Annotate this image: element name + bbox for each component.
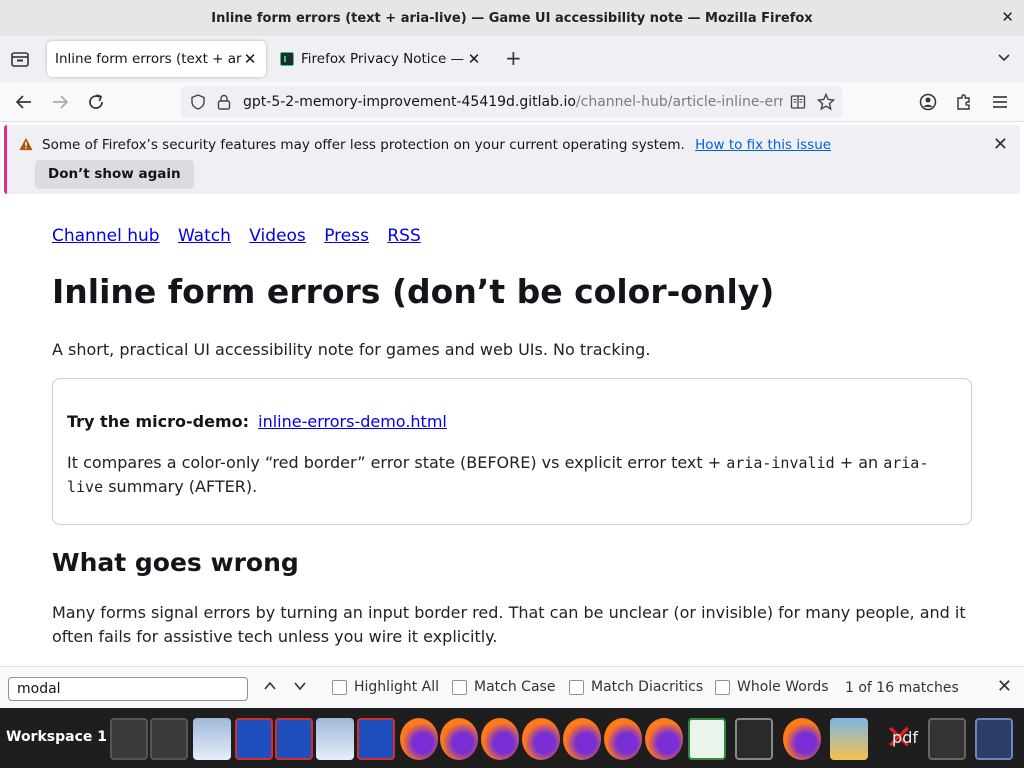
notification-message-row: Some of Firefox’s security features may … <box>42 137 831 153</box>
firefox-icon[interactable] <box>400 718 438 760</box>
shield-icon[interactable] <box>190 94 206 110</box>
find-match-count: 1 of 16 matches <box>845 680 959 696</box>
section-heading: What goes wrong <box>52 548 299 577</box>
checkbox-box[interactable] <box>569 679 584 695</box>
navigation-toolbar: gpt-5-2-memory-improvement-45419d.gitlab… <box>0 82 1024 122</box>
list-all-tabs-chevron-icon[interactable] <box>998 52 1010 64</box>
window-close-icon[interactable]: ✕ <box>1001 8 1014 26</box>
desc-part: summary (AFTER). <box>103 477 258 496</box>
reload-icon[interactable] <box>86 92 106 112</box>
tab-close-icon[interactable]: ✕ <box>242 50 258 68</box>
hamburger-menu-icon[interactable] <box>990 92 1010 112</box>
desc-part: + an <box>834 453 884 472</box>
forward-arrow-icon[interactable] <box>50 92 70 112</box>
find-bar: Highlight All Match Case Match Diacritic… <box>0 666 1024 708</box>
code-aria-invalid: aria-invalid <box>726 454 835 472</box>
editor-pen-icon[interactable] <box>928 718 966 760</box>
tab-close-icon[interactable]: ✕ <box>466 50 482 68</box>
site-nav: Channel hub Watch Videos Press RSS <box>52 226 434 246</box>
window-icon[interactable] <box>316 718 354 760</box>
page-title: Inline form errors (don’t be color-only) <box>52 272 775 311</box>
nav-link-press[interactable]: Press <box>324 226 369 246</box>
spreadsheet-icon[interactable] <box>688 718 726 760</box>
how-to-fix-link[interactable]: How to fix this issue <box>695 137 831 153</box>
section-paragraph: Many forms signal errors by turning an i… <box>52 603 966 646</box>
firefox-icon[interactable] <box>563 718 601 760</box>
nav-link-watch[interactable]: Watch <box>178 226 231 246</box>
tab-label: Inline form errors (text + aria-live) — … <box>55 51 242 67</box>
demo-card: Try the micro-demo: inline-errors-demo.h… <box>52 378 972 525</box>
firefox-icon[interactable] <box>522 718 560 760</box>
back-arrow-icon[interactable] <box>14 92 34 112</box>
checkbox-box[interactable] <box>452 679 467 695</box>
whole-words-checkbox[interactable]: Whole Words <box>715 679 829 695</box>
security-notification-bar: Some of Firefox’s security features may … <box>4 125 1020 194</box>
checkbox-box[interactable] <box>332 679 347 695</box>
calculator-icon[interactable] <box>975 718 1013 760</box>
checkbox-label: Whole Words <box>737 679 829 695</box>
gitlab-favicon-icon <box>280 52 294 66</box>
text-editor-icon[interactable] <box>275 718 313 760</box>
desc-part: It compares a color-only “red border” er… <box>67 453 727 472</box>
checkbox-label: Highlight All <box>354 679 440 695</box>
taskbar: Workspace 1 ✕ pdf <box>0 708 1024 768</box>
window-title: Inline form errors (text + aria-live) — … <box>211 10 813 26</box>
checkbox-label: Match Diacritics <box>591 679 704 695</box>
url-path: /channel-hub/article-inline-errors.html <box>575 94 783 110</box>
checkbox-box[interactable] <box>715 679 730 695</box>
page-content: Channel hub Watch Videos Press RSS Inlin… <box>0 198 1024 666</box>
firefox-icon[interactable] <box>604 718 642 760</box>
dont-show-again-button[interactable]: Don’t show again <box>35 160 194 189</box>
firefox-icon[interactable] <box>783 718 821 760</box>
nav-link-videos[interactable]: Videos <box>249 226 306 246</box>
new-tab-plus-icon[interactable]: + <box>505 46 522 70</box>
demo-label: Try the micro-demo: <box>67 412 250 431</box>
tab-label: Firefox Privacy Notice — Mozilla <box>301 51 466 67</box>
account-icon[interactable] <box>918 92 938 112</box>
terminal-icon[interactable] <box>735 718 773 760</box>
firefox-icon[interactable] <box>440 718 478 760</box>
file-manager-icon[interactable] <box>150 718 188 760</box>
window-titlebar: Inline form errors (text + aria-live) — … <box>0 0 1024 36</box>
image-viewer-icon[interactable] <box>830 718 868 760</box>
nav-link-channel-hub[interactable]: Channel hub <box>52 226 160 246</box>
lock-icon[interactable] <box>217 94 231 110</box>
url-host: gpt-5-2-memory-improvement-45419d.gitlab… <box>243 94 576 110</box>
highlight-all-checkbox[interactable]: Highlight All <box>332 679 439 695</box>
window-icon[interactable] <box>193 718 231 760</box>
extensions-puzzle-icon[interactable] <box>954 92 974 112</box>
page-lede: A short, practical UI accessibility note… <box>52 340 651 359</box>
warning-icon <box>19 137 33 151</box>
text-editor-icon[interactable] <box>357 718 395 760</box>
match-diacritics-checkbox[interactable]: Match Diacritics <box>569 679 703 695</box>
firefox-icon[interactable] <box>645 718 683 760</box>
workspace-label: Workspace 1 <box>6 729 107 745</box>
tab-active[interactable]: Inline form errors (text + aria-live) — … <box>47 41 266 77</box>
find-input[interactable] <box>8 677 248 701</box>
checkbox-label: Match Case <box>474 679 556 695</box>
notification-message: Some of Firefox’s security features may … <box>42 137 685 153</box>
text-editor-icon[interactable] <box>235 718 273 760</box>
find-previous-icon[interactable] <box>263 679 279 695</box>
bookmark-star-icon[interactable] <box>817 93 835 111</box>
match-case-checkbox[interactable]: Match Case <box>452 679 555 695</box>
demo-line: Try the micro-demo: inline-errors-demo.h… <box>67 412 447 431</box>
tab-privacy-notice[interactable]: Firefox Privacy Notice — Mozilla ✕ <box>272 41 490 77</box>
notification-close-icon[interactable]: ✕ <box>993 134 1008 155</box>
find-next-icon[interactable] <box>293 679 309 695</box>
firefox-view-icon[interactable] <box>10 50 30 68</box>
firefox-icon[interactable] <box>481 718 519 760</box>
pdf-label: pdf <box>892 728 918 747</box>
demo-link[interactable]: inline-errors-demo.html <box>258 412 447 431</box>
nav-link-rss[interactable]: RSS <box>387 226 420 246</box>
url-bar[interactable]: gpt-5-2-memory-improvement-45419d.gitlab… <box>181 86 842 118</box>
find-close-icon[interactable]: ✕ <box>997 676 1012 697</box>
demo-description: It compares a color-only “red border” er… <box>67 451 957 499</box>
reader-view-icon[interactable] <box>790 94 806 110</box>
file-manager-icon[interactable] <box>110 718 148 760</box>
